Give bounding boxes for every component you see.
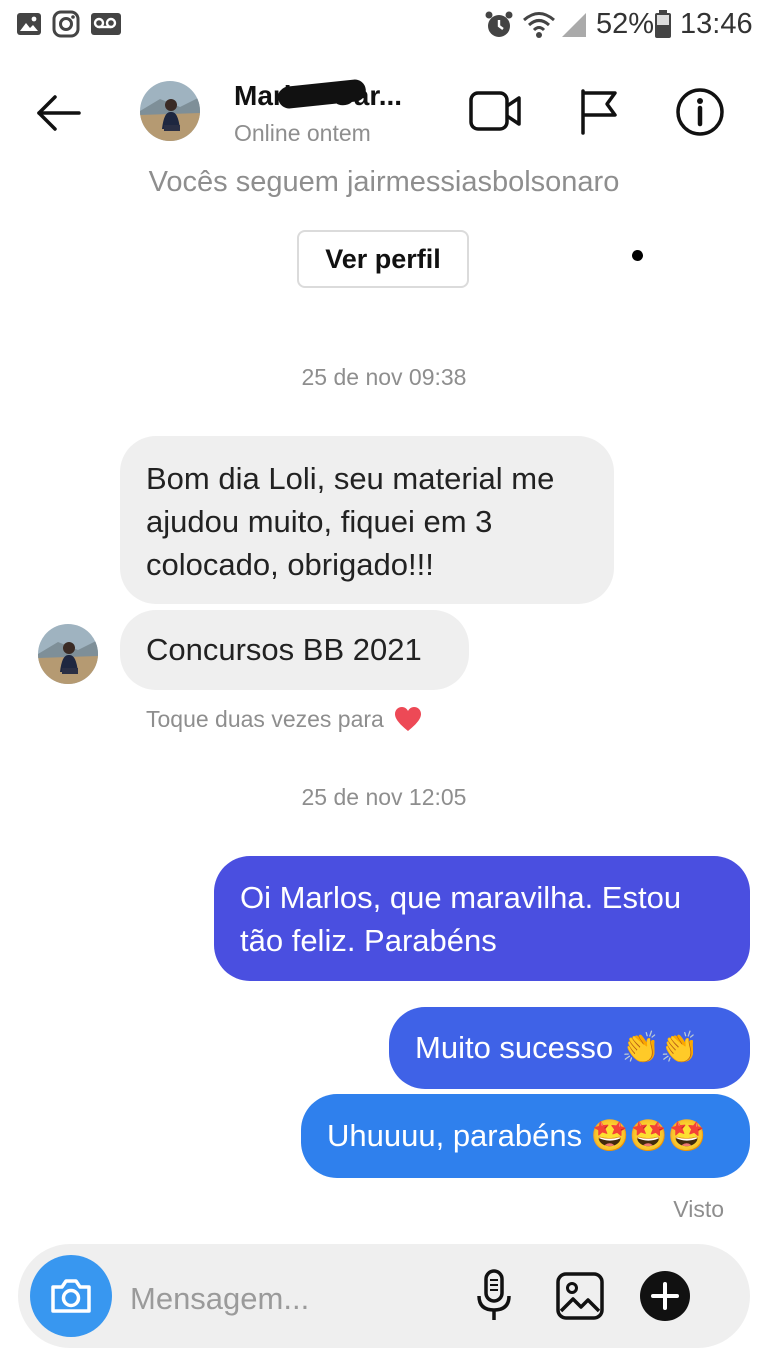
seen-receipt: Visto [673,1196,724,1222]
plus-icon [640,1271,690,1321]
sender-avatar[interactable] [38,624,98,684]
outgoing-message[interactable]: Oi Marlos, que maravilha. Estou tão feli… [214,856,750,981]
gallery-button[interactable] [552,1268,608,1324]
alarm-icon [485,11,513,37]
camera-icon [51,1279,91,1313]
flag-icon [581,89,617,135]
back-button[interactable] [28,88,88,138]
battery-icon [655,10,671,38]
avatar-photo [38,624,98,684]
like-hint: Toque duas vezes para [146,706,422,733]
wifi-icon [523,12,555,38]
like-hint-text: Toque duas vezes para [146,706,384,732]
outgoing-message[interactable]: Uhuuuu, parabéns 🤩🤩🤩 [301,1094,750,1178]
report-button[interactable] [570,84,626,140]
indicator-dot [632,250,643,261]
incoming-message[interactable]: Concursos BB 2021 [120,610,469,690]
message-input[interactable] [128,1276,452,1322]
info-icon [676,88,724,136]
image-icon [556,1272,604,1320]
instagram-icon [52,10,80,38]
camera-button[interactable] [30,1255,112,1337]
presence-status: Online ontem [234,120,371,146]
gallery-icon [17,13,41,35]
voicemail-icon [91,13,121,35]
heart-icon [395,707,422,731]
back-arrow-icon [37,95,81,131]
clock: 13:46 [680,8,753,40]
view-profile-button[interactable]: Ver perfil [297,230,469,288]
timestamp: 25 de nov 09:38 [301,364,467,390]
video-call-icon [469,91,521,131]
voice-message-button[interactable] [470,1266,518,1326]
microphone-icon [477,1269,511,1320]
more-options-button[interactable] [638,1269,692,1323]
video-call-button[interactable] [464,84,526,138]
signal-icon [562,13,586,37]
battery-percentage: 52% [596,8,655,40]
timestamp: 25 de nov 12:05 [301,784,467,810]
avatar-photo [140,81,200,141]
avatar[interactable] [140,81,200,141]
outgoing-message[interactable]: Muito sucesso 👏👏 [389,1007,750,1089]
mutual-follow-note: Vocês seguem jairmessiasbolsonaro [148,166,620,198]
incoming-message[interactable]: Bom dia Loli, seu material me ajudou mui… [120,436,614,604]
info-button[interactable] [672,84,728,140]
